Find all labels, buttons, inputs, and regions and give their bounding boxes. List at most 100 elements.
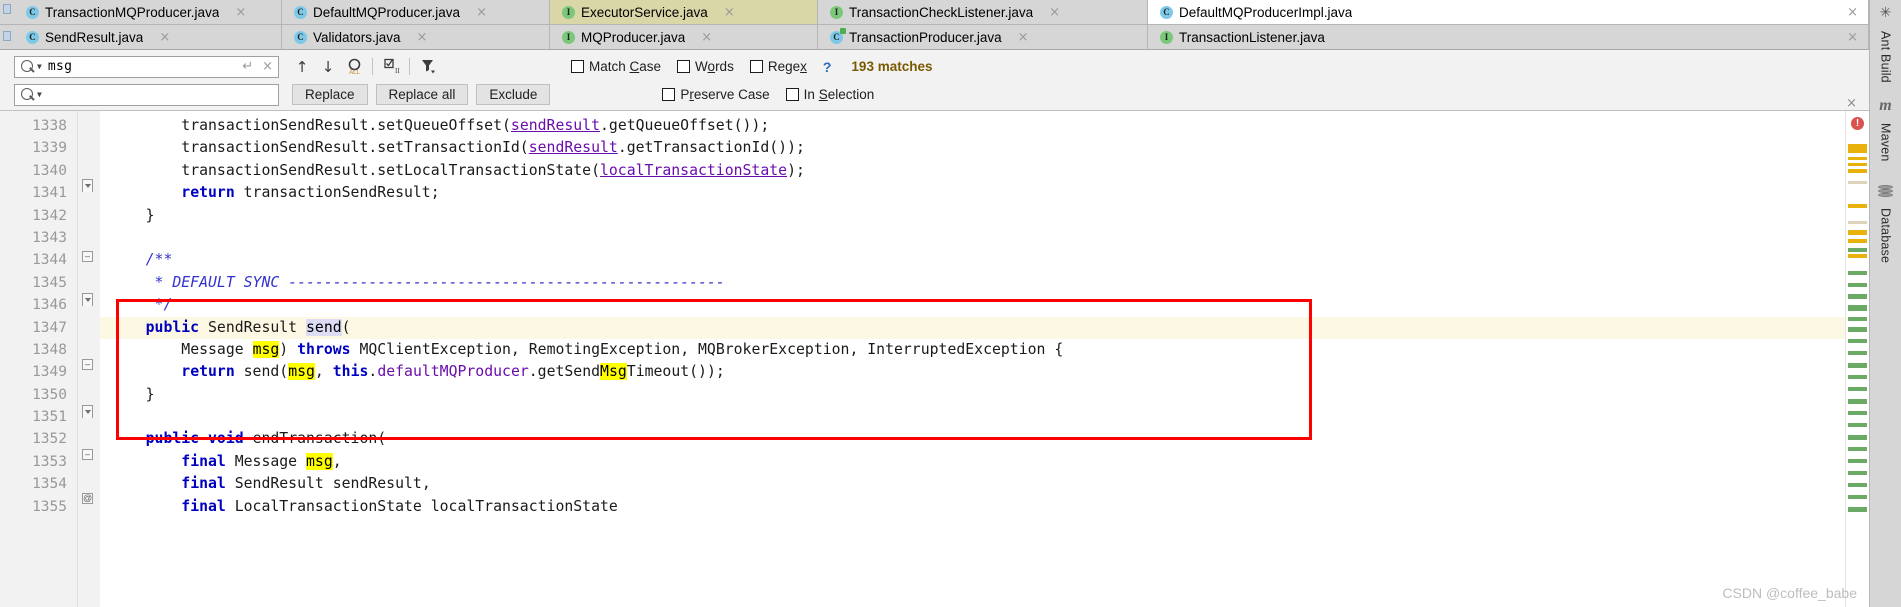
editor-tab-transactionlistener[interactable]: I TransactionListener.java × [1148, 25, 1869, 49]
editor-marker-strip[interactable]: ! [1845, 111, 1869, 607]
changed-marker[interactable] [1848, 423, 1867, 427]
code-line[interactable]: return send(msg, this.defaultMQProducer.… [100, 361, 1845, 383]
clear-search-icon[interactable]: × [259, 59, 273, 74]
replace-input[interactable]: ▼ [14, 83, 279, 106]
changed-marker[interactable] [1848, 327, 1867, 332]
close-icon[interactable]: × [1018, 31, 1029, 44]
close-icon[interactable]: × [1049, 6, 1060, 19]
close-icon[interactable]: × [724, 6, 735, 19]
warning-marker[interactable] [1848, 254, 1867, 258]
info-marker[interactable] [1848, 181, 1867, 184]
close-icon[interactable]: × [1847, 31, 1858, 44]
changed-marker[interactable] [1848, 411, 1867, 415]
search-input[interactable]: ▼ msg ↵ × [14, 55, 279, 78]
close-icon[interactable]: × [1847, 6, 1858, 19]
regex-checkbox[interactable]: Regex [749, 59, 807, 74]
changed-marker[interactable] [1848, 248, 1867, 252]
warning-marker[interactable] [1848, 163, 1867, 166]
changed-marker[interactable] [1848, 483, 1867, 487]
regex-help-icon[interactable]: ? [823, 59, 832, 75]
editor-tab-executorservice[interactable]: I ExecutorService.java × [550, 0, 818, 24]
changed-marker[interactable] [1848, 375, 1867, 379]
changed-marker[interactable] [1848, 339, 1867, 343]
code-line[interactable]: public void endTransaction( [100, 428, 1845, 450]
changed-marker[interactable] [1848, 399, 1867, 404]
changed-marker[interactable] [1848, 305, 1867, 311]
code-line[interactable]: final SendResult sendResult, [100, 473, 1845, 495]
changed-marker[interactable] [1848, 283, 1867, 287]
changed-marker[interactable] [1848, 495, 1867, 499]
changed-marker[interactable] [1848, 363, 1867, 368]
editor-tab-defaultmqproducer[interactable]: C DefaultMQProducer.java × [282, 0, 550, 24]
code-line[interactable]: Message msg) throws MQClientException, R… [100, 339, 1845, 361]
code-line[interactable] [100, 227, 1845, 249]
fold-marker[interactable] [82, 293, 93, 306]
changed-marker[interactable] [1848, 351, 1867, 355]
editor-tab-mqproducer[interactable]: I MQProducer.java × [550, 25, 818, 49]
info-marker[interactable] [1848, 221, 1867, 224]
warning-marker[interactable] [1848, 157, 1867, 160]
editor-tab-transactionproducer[interactable]: C TransactionProducer.java × [818, 25, 1148, 49]
code-line[interactable]: return transactionSendResult; [100, 182, 1845, 204]
select-all-occurrences-icon[interactable]: ALL [341, 55, 367, 79]
code-line[interactable]: */ [100, 294, 1845, 316]
code-line[interactable]: final Message msg, [100, 451, 1845, 473]
filter-icon[interactable] [415, 55, 441, 79]
code-editor[interactable]: 1338 1339 1340 1341 1342 1343 1344 1345 1346 1347… [0, 111, 1869, 607]
editor-tab-transactionchecklistener[interactable]: I TransactionCheckListener.java × [818, 0, 1148, 24]
close-icon[interactable]: × [701, 31, 712, 44]
editor-tab-transactionmqproducer[interactable]: C TransactionMQProducer.java × [14, 0, 282, 24]
error-stripe-icon[interactable]: ! [1851, 117, 1864, 130]
code-line[interactable]: } [100, 384, 1845, 406]
changed-marker[interactable] [1848, 294, 1867, 299]
changed-marker[interactable] [1848, 447, 1867, 451]
toolwindow-maven[interactable]: Maven [1879, 115, 1893, 176]
changed-marker[interactable] [1848, 435, 1867, 440]
warning-marker[interactable] [1848, 144, 1867, 153]
chevron-down-icon[interactable]: ▼ [37, 62, 42, 71]
changed-marker[interactable] [1848, 387, 1867, 391]
code-line[interactable]: /** [100, 249, 1845, 271]
close-icon[interactable]: × [476, 6, 487, 19]
words-checkbox[interactable]: Words [677, 59, 734, 74]
code-line[interactable] [100, 406, 1845, 428]
changed-marker[interactable] [1848, 471, 1867, 475]
preserve-case-checkbox[interactable]: Preserve Case [662, 87, 770, 102]
enter-icon[interactable]: ↵ [242, 59, 253, 74]
changed-marker[interactable] [1848, 317, 1867, 321]
warning-marker[interactable] [1848, 169, 1867, 173]
changed-marker[interactable] [1848, 459, 1867, 463]
replace-all-button[interactable]: Replace all [375, 84, 469, 105]
changed-marker[interactable] [1848, 507, 1867, 512]
warning-marker[interactable] [1848, 239, 1867, 243]
code-line[interactable]: } [100, 205, 1845, 227]
code-folding-gutter[interactable]: – – – @ [78, 111, 100, 607]
code-line[interactable]: transactionSendResult.setLocalTransactio… [100, 160, 1845, 182]
editor-tab-defaultmqproducerimpl[interactable]: C DefaultMQProducerImpl.java × [1148, 0, 1869, 24]
changed-marker[interactable] [1848, 271, 1867, 275]
editor-tab-validators[interactable]: C Validators.java × [282, 25, 550, 49]
match-case-checkbox[interactable]: Match Case [571, 59, 661, 74]
toolwindow-ant-build[interactable]: Ant Build [1879, 23, 1893, 97]
code-line[interactable]: * DEFAULT SYNC -------------------------… [100, 272, 1845, 294]
fold-marker[interactable]: – [82, 359, 93, 370]
warning-marker[interactable] [1848, 204, 1867, 208]
fold-marker[interactable] [82, 179, 93, 192]
close-icon[interactable]: × [417, 31, 428, 44]
code-line[interactable]: final LocalTransactionState localTransac… [100, 496, 1845, 518]
fold-marker[interactable]: – [82, 251, 93, 262]
code-line[interactable]: public SendResult send( [100, 316, 1845, 339]
find-next-icon[interactable]: ↓ [315, 55, 341, 79]
toolwindow-database[interactable]: Database [1879, 200, 1893, 277]
exclude-button[interactable]: Exclude [476, 84, 551, 105]
replace-button[interactable]: Replace [292, 84, 368, 105]
close-icon[interactable]: × [159, 31, 170, 44]
code-text-area[interactable]: transactionSendResult.setQueueOffset(sen… [100, 111, 1845, 607]
editor-tab-sendresult[interactable]: C SendResult.java × [14, 25, 282, 49]
annotation-marker[interactable]: @ [82, 493, 93, 504]
fold-marker[interactable]: – [82, 449, 93, 460]
find-previous-icon[interactable]: ↑ [289, 55, 315, 79]
code-line[interactable]: transactionSendResult.setQueueOffset(sen… [100, 115, 1845, 137]
in-selection-checkbox[interactable]: In Selection [785, 87, 874, 102]
fold-marker[interactable] [82, 405, 93, 418]
